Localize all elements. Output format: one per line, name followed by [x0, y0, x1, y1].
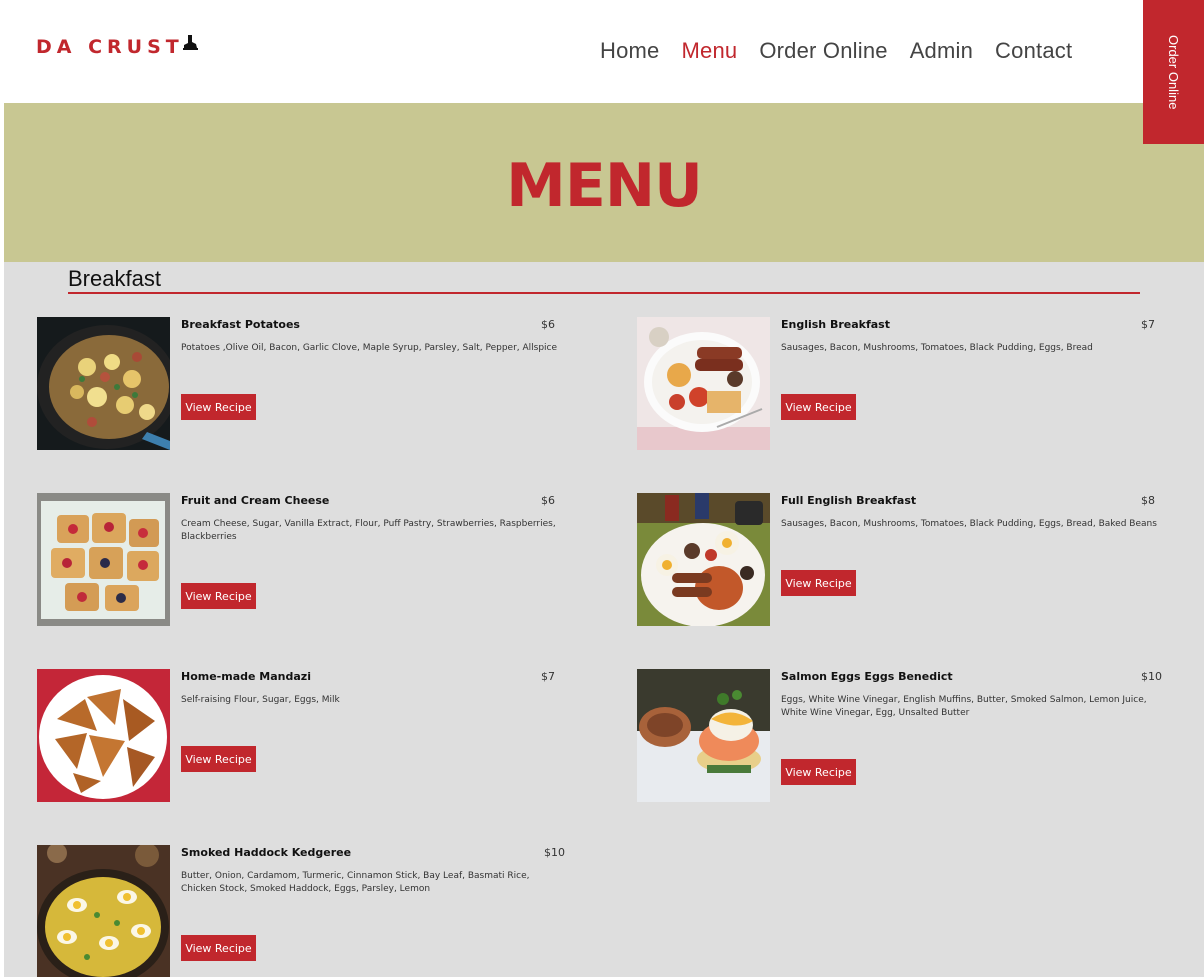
nav-menu[interactable]: Menu: [682, 38, 738, 64]
main-nav: Home Menu Order Online Admin Contact: [600, 38, 1094, 64]
boot-icon: [182, 34, 198, 56]
menu-item-image: [37, 669, 170, 802]
menu-item-card: Full English Breakfast $8 Sausages, Baco…: [637, 493, 1177, 627]
menu-item-card: Fruit and Cream Cheese $6 Cream Cheese, …: [37, 493, 577, 627]
menu-item-price: $6: [541, 318, 555, 331]
menu-item-name: English Breakfast: [781, 318, 890, 331]
nav-admin[interactable]: Admin: [910, 38, 973, 64]
view-recipe-button[interactable]: View Recipe: [781, 759, 856, 785]
menu-item-description: Sausages, Bacon, Mushrooms, Tomatoes, Bl…: [781, 519, 1157, 529]
section-title: Breakfast: [68, 266, 161, 291]
view-recipe-button[interactable]: View Recipe: [181, 583, 256, 609]
page-title: MENU: [506, 151, 703, 221]
nav-order-online[interactable]: Order Online: [759, 38, 887, 64]
menu-item-image: [637, 317, 770, 450]
view-recipe-button[interactable]: View Recipe: [181, 394, 256, 420]
order-online-tab[interactable]: Order Online: [1143, 0, 1204, 144]
menu-item-description: Cream Cheese, Sugar, Vanilla Extract, Fl…: [181, 519, 556, 542]
logo[interactable]: DA CRUST: [36, 34, 198, 58]
menu-item-card: Smoked Haddock Kedgeree $10 Butter, Onio…: [37, 845, 577, 977]
menu-item-name: Salmon Eggs Eggs Benedict: [781, 670, 953, 683]
site-header: DA CRUST Home Menu Order Online Admin Co…: [0, 0, 1204, 103]
menu-content: Breakfast Breakfast Potatoes $6 Potatoes…: [4, 262, 1204, 977]
menu-item-image: [637, 493, 770, 626]
menu-item-name: Full English Breakfast: [781, 494, 917, 507]
menu-item-price: $10: [1141, 670, 1162, 683]
menu-item-description: Self-raising Flour, Sugar, Eggs, Milk: [181, 695, 340, 705]
menu-item-name: Fruit and Cream Cheese: [181, 494, 330, 507]
view-recipe-button[interactable]: View Recipe: [781, 394, 856, 420]
menu-item-name: Smoked Haddock Kedgeree: [181, 846, 352, 859]
menu-item-image: [637, 669, 770, 802]
menu-item-description: Butter, Onion, Cardamom, Turmeric, Cinna…: [181, 871, 530, 894]
menu-item-price: $8: [1141, 494, 1155, 507]
menu-item-card: English Breakfast $7 Sausages, Bacon, Mu…: [637, 317, 1177, 451]
menu-item-name: Home-made Mandazi: [181, 670, 311, 683]
menu-item-image: [37, 493, 170, 626]
menu-item-price: $7: [1141, 318, 1155, 331]
menu-item-description: Potatoes ,Olive Oil, Bacon, Garlic Clove…: [181, 343, 558, 353]
menu-item-card: Breakfast Potatoes $6 Potatoes ,Olive Oi…: [37, 317, 577, 451]
nav-home[interactable]: Home: [600, 38, 660, 64]
menu-item-card: Home-made Mandazi $7 Self-raising Flour,…: [37, 669, 577, 803]
order-online-tab-label: Order Online: [1166, 34, 1181, 110]
menu-item-description: Sausages, Bacon, Mushrooms, Tomatoes, Bl…: [781, 343, 1093, 353]
menu-item-price: $6: [541, 494, 555, 507]
menu-item-name: Breakfast Potatoes: [181, 318, 300, 331]
hero-banner: MENU: [4, 103, 1204, 262]
menu-item-price: $10: [544, 846, 565, 859]
menu-item-price: $7: [541, 670, 555, 683]
nav-contact[interactable]: Contact: [995, 38, 1072, 64]
section-divider: [68, 292, 1140, 294]
view-recipe-button[interactable]: View Recipe: [181, 935, 256, 961]
menu-item-description: Eggs, White Wine Vinegar, English Muffin…: [781, 695, 1147, 718]
menu-item-card: Salmon Eggs Eggs Benedict $10 Eggs, Whit…: [637, 669, 1177, 803]
menu-item-image: [37, 317, 170, 450]
menu-item-image: [37, 845, 170, 977]
logo-text: DA CRUST: [36, 36, 184, 58]
view-recipe-button[interactable]: View Recipe: [181, 746, 256, 772]
view-recipe-button[interactable]: View Recipe: [781, 570, 856, 596]
